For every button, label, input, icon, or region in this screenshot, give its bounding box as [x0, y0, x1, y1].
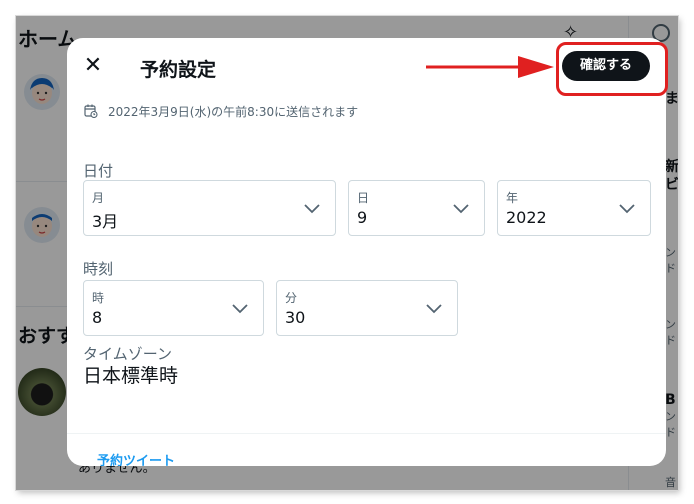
chevron-down-icon — [453, 204, 469, 214]
dialog-title: 予約設定 — [140, 59, 217, 81]
month-select[interactable]: 月 3月 — [83, 180, 336, 236]
hour-select-label: 時 — [92, 291, 105, 305]
chevron-down-icon — [619, 204, 635, 214]
hour-select[interactable]: 時 8 — [83, 280, 264, 336]
close-icon[interactable]: ✕ — [81, 54, 105, 78]
schedule-info-text: 2022年3月9日(水)の午前8:30に送信されます — [108, 104, 359, 119]
chevron-down-icon — [426, 304, 442, 314]
schedule-info: 2022年3月9日(水)の午前8:30に送信されます — [84, 102, 358, 120]
minute-select[interactable]: 分 30 — [276, 280, 458, 336]
schedule-dialog: ✕ 予約設定 確認する 2022年3月9日(水)の午前8:30に送信されます 日… — [67, 38, 666, 466]
minute-select-label: 分 — [285, 291, 298, 305]
day-select[interactable]: 日 9 — [348, 180, 485, 236]
year-select-label: 年 — [506, 191, 519, 205]
month-select-label: 月 — [92, 191, 105, 205]
hour-select-value: 8 — [92, 308, 103, 327]
annotation-highlight-box — [556, 42, 668, 96]
annotation-arrow-icon — [426, 56, 554, 78]
time-label: 時刻 — [83, 260, 114, 278]
minute-select-value: 30 — [285, 308, 306, 327]
scheduled-tweets-link[interactable]: 予約ツイート — [97, 450, 175, 466]
month-select-value: 3月 — [92, 212, 119, 231]
year-select[interactable]: 年 2022 — [497, 180, 651, 236]
chevron-down-icon — [232, 304, 248, 314]
year-select-value: 2022 — [506, 208, 547, 227]
day-select-label: 日 — [357, 191, 370, 205]
date-label: 日付 — [83, 162, 114, 180]
day-select-value: 9 — [357, 208, 368, 227]
chevron-down-icon — [304, 204, 320, 214]
calendar-clock-icon — [84, 104, 98, 118]
timezone-value: 日本標準時 — [83, 365, 179, 387]
footer-divider — [67, 433, 666, 434]
